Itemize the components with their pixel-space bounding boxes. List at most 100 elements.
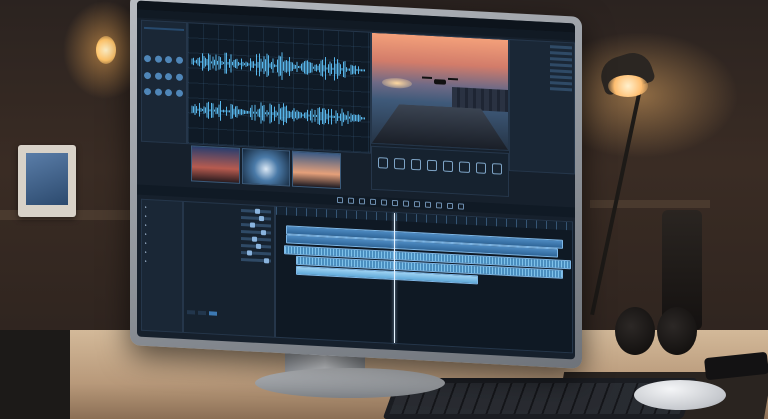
property-slider[interactable] (241, 229, 271, 236)
property-slider[interactable] (241, 236, 271, 242)
undo-icon[interactable] (458, 203, 464, 210)
track-icon[interactable]: ▸ (145, 232, 179, 238)
media-icon[interactable] (144, 71, 151, 79)
drone-icon (422, 75, 458, 87)
track-list[interactable]: ▸ ▸ ▸ ▸ ▸ ▸ ▸ (141, 198, 183, 333)
wall-shelf-right (590, 200, 710, 208)
properties-button-apply[interactable] (209, 311, 217, 316)
clip-thumbnails[interactable] (191, 145, 342, 190)
headphones-right-cup (657, 307, 697, 355)
media-icon-grid[interactable] (144, 54, 184, 105)
track-icon[interactable]: ▸ (145, 223, 179, 229)
effect-icon[interactable] (378, 157, 389, 169)
property-row[interactable] (187, 206, 271, 214)
effect-icon[interactable] (394, 158, 405, 170)
media-icon[interactable] (175, 56, 183, 64)
thumbnail-sunset-trees[interactable] (191, 145, 240, 184)
effect-icon[interactable] (491, 163, 502, 175)
media-icon[interactable] (165, 55, 172, 64)
thumbnail-tunnel[interactable] (241, 148, 291, 187)
zoom-icon[interactable] (370, 198, 376, 206)
media-icon[interactable] (154, 55, 162, 63)
properties-button-2[interactable] (198, 310, 206, 316)
property-row[interactable] (187, 234, 271, 242)
property-slider[interactable] (241, 257, 271, 264)
property-slider[interactable] (241, 222, 271, 228)
property-row[interactable] (187, 248, 271, 256)
effect-icon[interactable] (426, 159, 437, 172)
track-icon[interactable]: ▸ (145, 250, 179, 256)
media-icon[interactable] (175, 73, 183, 81)
property-slider-knob[interactable] (263, 258, 269, 264)
razor-icon[interactable] (414, 201, 420, 208)
property-slider-knob[interactable] (258, 215, 264, 222)
play-icon[interactable] (337, 197, 343, 204)
wall-lamp-bulb (96, 36, 116, 64)
track-list-header (145, 202, 179, 204)
headphones (595, 305, 705, 360)
property-slider-knob[interactable] (256, 243, 261, 250)
property-row[interactable] (187, 227, 271, 236)
effects-panel[interactable] (371, 145, 509, 198)
media-icon[interactable] (144, 88, 151, 96)
property-row[interactable] (187, 220, 271, 228)
property-slider[interactable] (241, 208, 271, 214)
media-icon[interactable] (165, 72, 172, 81)
media-icon[interactable] (154, 72, 162, 80)
media-browser-panel[interactable] (141, 19, 187, 145)
property-slider[interactable] (241, 215, 271, 222)
media-icon[interactable] (154, 88, 162, 97)
slip-icon[interactable] (436, 202, 442, 209)
pen-cup (0, 330, 70, 419)
monitor-screen: ▸ ▸ ▸ ▸ ▸ ▸ ▸ (137, 0, 575, 360)
effect-icon[interactable] (475, 162, 486, 174)
inspector-row[interactable] (512, 43, 572, 50)
timeline-playhead[interactable] (394, 212, 395, 344)
property-slider-knob[interactable] (247, 250, 253, 256)
property-slider[interactable] (241, 250, 271, 256)
media-icon[interactable] (165, 89, 172, 97)
effect-icon[interactable] (410, 158, 421, 171)
property-slider-knob[interactable] (254, 208, 260, 214)
property-slider-knob[interactable] (249, 222, 255, 228)
inspector-row[interactable] (512, 49, 572, 56)
effect-icon[interactable] (443, 160, 454, 173)
track-icon[interactable]: ▸ (145, 259, 179, 265)
property-slider[interactable] (241, 243, 271, 250)
snap-icon[interactable] (359, 198, 365, 205)
property-slider-knob[interactable] (252, 236, 258, 242)
marker-icon[interactable] (381, 199, 387, 206)
cut-icon[interactable] (348, 197, 354, 204)
timeline[interactable] (275, 205, 573, 354)
track-icon[interactable]: ▸ (145, 205, 179, 211)
property-slider-knob[interactable] (261, 230, 266, 236)
thumbnail-silhouette[interactable] (292, 150, 342, 190)
track-icon[interactable]: ▸ (145, 241, 179, 247)
video-preview[interactable] (371, 31, 509, 152)
link-icon[interactable] (392, 199, 398, 207)
track-icon[interactable]: ▸ (145, 214, 179, 220)
ripple-icon[interactable] (403, 200, 409, 207)
media-icon[interactable] (144, 54, 151, 63)
effect-icons-row[interactable] (378, 157, 502, 175)
property-row[interactable] (187, 255, 271, 264)
inspector-row[interactable] (512, 73, 572, 80)
media-icon[interactable] (175, 89, 183, 98)
effect-icon[interactable] (459, 161, 470, 173)
hand-icon[interactable] (447, 202, 453, 210)
properties-buttons[interactable] (187, 310, 217, 316)
inspector-row[interactable] (512, 61, 572, 68)
property-row[interactable] (187, 213, 271, 222)
inspector-row[interactable] (512, 55, 572, 62)
inspector-row[interactable] (512, 67, 572, 74)
inspector-panel[interactable] (509, 39, 575, 175)
clip-properties-panel[interactable] (183, 200, 275, 338)
properties-button-1[interactable] (187, 310, 195, 315)
inspector-row[interactable] (512, 79, 572, 86)
property-row[interactable] (187, 241, 271, 250)
audio-waveform-panel[interactable] (187, 22, 371, 154)
property-rows[interactable] (184, 206, 274, 264)
trim-icon[interactable] (425, 201, 431, 208)
media-browser-selected-item[interactable] (144, 26, 184, 31)
inspector-row[interactable] (512, 85, 572, 92)
